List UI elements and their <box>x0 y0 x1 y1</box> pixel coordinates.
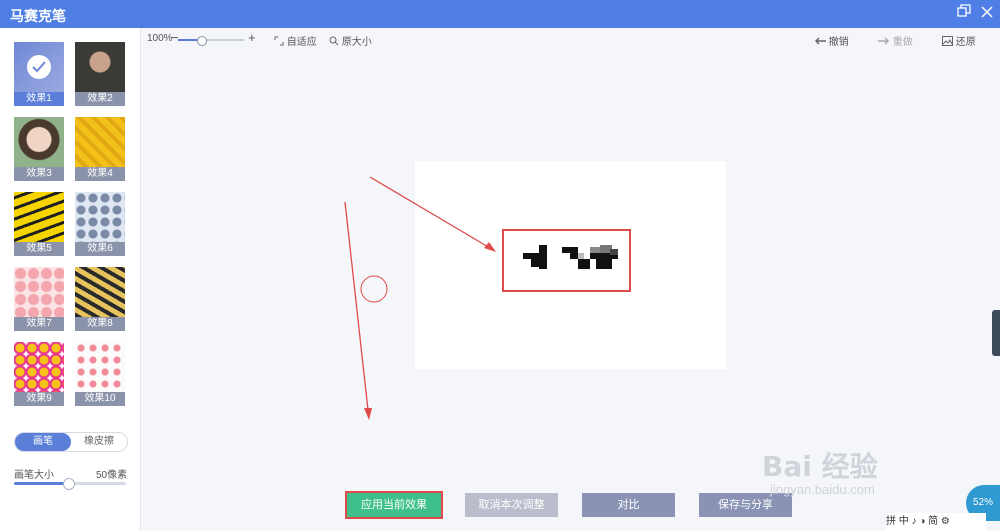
baidu-watermark: Bai 经验 <box>762 450 878 483</box>
annotation-arrow-line <box>344 201 369 411</box>
brush-cursor-circle <box>360 275 388 303</box>
annotation-arrowhead <box>484 242 496 252</box>
highlight-box-apply <box>345 491 443 519</box>
annotation-arrowhead <box>364 408 372 420</box>
cancel-adjustment-button[interactable]: 取消本次调整 <box>465 493 558 517</box>
side-dock-handle[interactable] <box>992 310 1000 356</box>
ime-toolbar[interactable]: 拼 中 ♪ ◑ 简 ⚙ <box>886 513 986 531</box>
compare-button[interactable]: 对比 <box>582 493 675 517</box>
watermark-url: jingyan.baidu.com <box>770 482 875 497</box>
annotation-arrow-line <box>369 176 491 249</box>
